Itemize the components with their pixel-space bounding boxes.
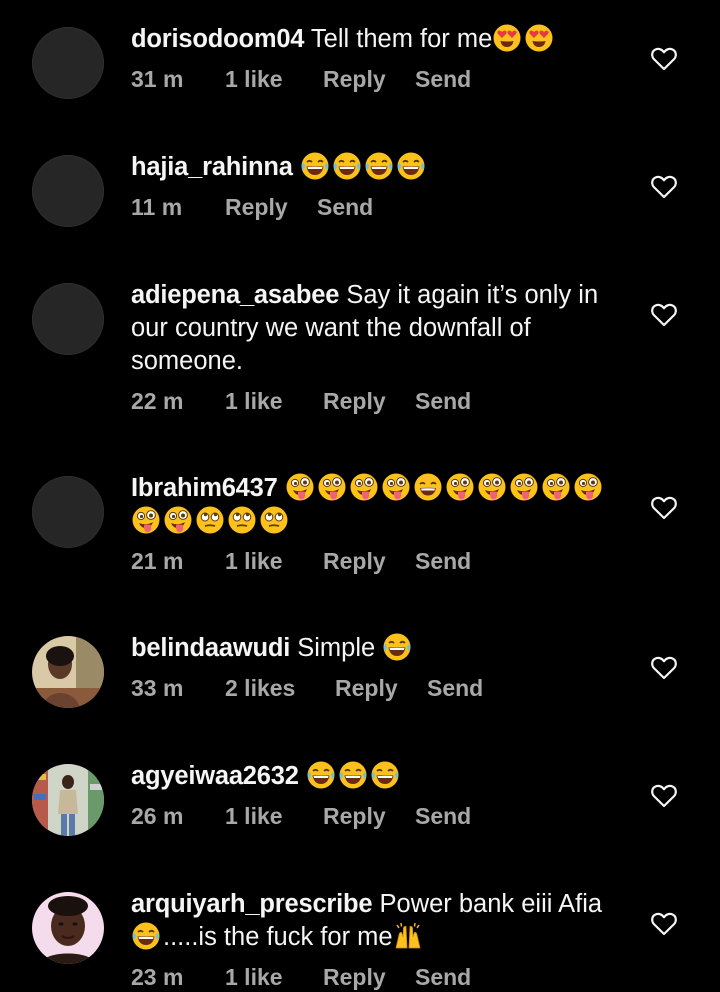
- profile-photo: [32, 636, 104, 708]
- comment-message: Simple: [297, 634, 376, 662]
- tongue-wink-emoji: [542, 473, 570, 501]
- username[interactable]: adiepena_asabee: [131, 281, 339, 309]
- reply-button[interactable]: Reply: [225, 192, 317, 222]
- send-button[interactable]: Send: [415, 386, 471, 416]
- avatar[interactable]: [32, 892, 104, 964]
- laughing-emoji: [397, 152, 425, 180]
- send-button[interactable]: Send: [317, 192, 373, 222]
- username[interactable]: Ibrahim6437: [131, 474, 278, 502]
- comment-text: Ibrahim6437: [131, 472, 631, 538]
- tongue-wink-emoji: [382, 473, 410, 501]
- timestamp: 21 m: [131, 548, 184, 574]
- avatar[interactable]: [32, 764, 104, 836]
- comment-text: agyeiwaa2632: [131, 760, 631, 793]
- heart-outline-icon[interactable]: [651, 912, 677, 936]
- avatar[interactable]: [32, 283, 104, 355]
- comment-meta: 33 m 2 likes Reply Send: [131, 673, 631, 703]
- heart-eyes-emoji: [493, 24, 521, 52]
- reply-button[interactable]: Reply: [323, 801, 415, 831]
- reply-button[interactable]: Reply: [335, 673, 427, 703]
- comment-meta: 31 m 1 like Reply Send: [131, 64, 631, 94]
- eye-roll-emoji: [228, 506, 256, 534]
- heart-eyes-emoji: [525, 24, 553, 52]
- tongue-wink-emoji: [318, 473, 346, 501]
- reply-button[interactable]: Reply: [323, 386, 415, 416]
- username[interactable]: agyeiwaa2632: [131, 762, 299, 790]
- comment-meta: 26 m 1 like Reply Send: [131, 801, 631, 831]
- avatar[interactable]: [32, 155, 104, 227]
- comment-text: adiepena_asabee Say it again it’s only i…: [131, 279, 621, 378]
- eye-roll-emoji: [196, 506, 224, 534]
- emoji-group: [382, 633, 414, 662]
- heart-outline-icon[interactable]: [651, 47, 677, 71]
- profile-photo: [32, 892, 104, 964]
- laughing-emoji: [307, 761, 335, 789]
- likes-count[interactable]: 2 likes: [225, 673, 335, 703]
- tongue-wink-emoji: [350, 473, 378, 501]
- likes-count[interactable]: 1 like: [225, 64, 323, 94]
- tongue-wink-emoji: [478, 473, 506, 501]
- comment-message-continued: .....is the fuck for me: [163, 923, 393, 951]
- emoji-group: [306, 761, 402, 790]
- grin-emoji: [414, 473, 442, 501]
- timestamp: 22 m: [131, 388, 184, 414]
- send-button[interactable]: Send: [415, 801, 471, 831]
- likes-count[interactable]: 1 like: [225, 546, 323, 576]
- heart-outline-icon[interactable]: [651, 784, 677, 808]
- reply-button[interactable]: Reply: [323, 546, 415, 576]
- timestamp: 33 m: [131, 675, 184, 701]
- comment-text: arquiyarh_prescribe Power bank eiii Afia…: [131, 888, 631, 954]
- tongue-wink-emoji: [574, 473, 602, 501]
- likes-count[interactable]: 1 like: [225, 386, 323, 416]
- timestamp: 31 m: [131, 66, 184, 92]
- comment-message: Tell them for me: [310, 25, 493, 53]
- tongue-wink-emoji: [164, 506, 192, 534]
- timestamp: 11 m: [131, 194, 183, 220]
- emoji-group: [393, 922, 425, 951]
- reply-button[interactable]: Reply: [323, 64, 415, 94]
- username[interactable]: dorisodoom04: [131, 25, 304, 53]
- heart-outline-icon[interactable]: [651, 175, 677, 199]
- tongue-wink-emoji: [446, 473, 474, 501]
- tongue-wink-emoji: [510, 473, 538, 501]
- comment-text: hajia_rahinna: [131, 151, 631, 184]
- comment-text: belindaawudi Simple: [131, 632, 631, 665]
- tongue-wink-emoji: [132, 506, 160, 534]
- heart-outline-icon[interactable]: [651, 656, 677, 680]
- heart-outline-icon[interactable]: [651, 303, 677, 327]
- send-button[interactable]: Send: [415, 64, 471, 94]
- avatar[interactable]: [32, 27, 104, 99]
- comment-message: Power bank eiii Afia: [379, 890, 603, 918]
- send-button[interactable]: Send: [427, 673, 483, 703]
- laughing-emoji: [371, 761, 399, 789]
- laughing-emoji: [365, 152, 393, 180]
- laughing-emoji: [132, 922, 160, 950]
- profile-photo: [32, 764, 104, 836]
- laughing-emoji: [383, 633, 411, 661]
- username[interactable]: belindaawudi: [131, 634, 290, 662]
- laughing-emoji: [339, 761, 367, 789]
- avatar[interactable]: [32, 636, 104, 708]
- likes-count[interactable]: 1 like: [225, 801, 323, 831]
- username[interactable]: arquiyarh_prescribe: [131, 890, 373, 918]
- comment-meta: 11 m Reply Send: [131, 192, 631, 222]
- emoji-group: [492, 24, 556, 53]
- comment-meta: 21 m 1 like Reply Send: [131, 546, 631, 576]
- comment-text: dorisodoom04 Tell them for me: [131, 23, 631, 56]
- username[interactable]: hajia_rahinna: [131, 153, 293, 181]
- emoji-group: [131, 922, 163, 951]
- avatar[interactable]: [32, 476, 104, 548]
- timestamp: 26 m: [131, 803, 184, 829]
- comment-meta: 22 m 1 like Reply Send: [131, 386, 621, 416]
- laughing-emoji: [301, 152, 329, 180]
- laughing-emoji: [333, 152, 361, 180]
- emoji-group: [300, 152, 428, 181]
- heart-outline-icon[interactable]: [651, 496, 677, 520]
- tongue-wink-emoji: [286, 473, 314, 501]
- send-button[interactable]: Send: [415, 546, 471, 576]
- raising-hands-emoji: [395, 922, 421, 949]
- eye-roll-emoji: [260, 506, 288, 534]
